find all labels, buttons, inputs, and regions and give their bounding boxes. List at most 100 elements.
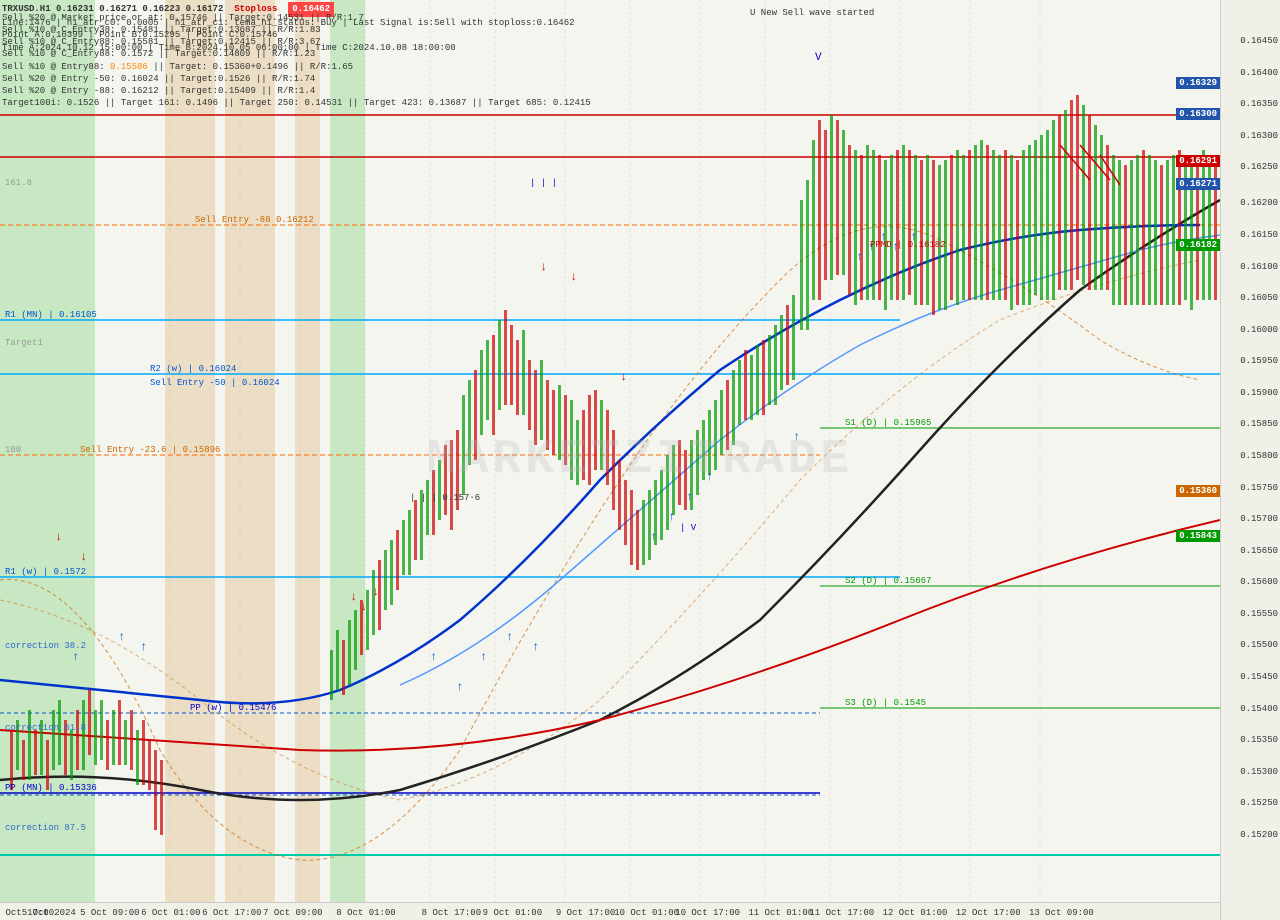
price-badge-16329: 0.16329 xyxy=(1176,77,1220,89)
svg-text:↑: ↑ xyxy=(118,630,125,644)
svg-text:↓: ↓ xyxy=(372,585,379,599)
svg-text:↑: ↑ xyxy=(430,650,437,664)
price-badge-16271: 0.16271 xyxy=(1176,178,1220,190)
price-tick: 0.16150 xyxy=(1240,230,1278,240)
price-tick: 0.15850 xyxy=(1240,419,1278,429)
time-tick: 6 Oct 01:00 xyxy=(141,908,200,918)
time-tick: 10 Oct 01:00 xyxy=(614,908,679,918)
svg-text:↑: ↑ xyxy=(668,510,675,524)
price-scale: 0.16450 0.16400 0.16350 0.16300 0.16250 0.162… xyxy=(1220,0,1280,920)
time-tick: 12 Oct 01:00 xyxy=(883,908,948,918)
svg-text:↓: ↓ xyxy=(620,370,627,384)
chart-title: TRXUSD.H1 0.16231 0.16271 0.16223 0.1617… xyxy=(2,2,482,17)
svg-text:100: 100 xyxy=(5,445,21,455)
price-tick: 0.16250 xyxy=(1240,162,1278,172)
time-scale: 5 Oct 20244 Oct 17:005 Oct 09:006 Oct 01… xyxy=(0,902,1220,920)
svg-text:S2 (D) | 0.15667: S2 (D) | 0.15667 xyxy=(845,576,931,586)
price-tick: 0.15350 xyxy=(1240,735,1278,745)
price-badge-16182: 0.16182 xyxy=(1176,239,1220,251)
svg-text:| | | 0.157·6: | | | 0.157·6 xyxy=(410,493,480,503)
svg-text:↓: ↓ xyxy=(80,550,87,564)
svg-text:↑: ↑ xyxy=(706,470,713,484)
time-tick: 11 Oct 01:00 xyxy=(748,908,813,918)
svg-text:↓: ↓ xyxy=(360,600,367,614)
svg-text:↓: ↓ xyxy=(540,260,547,274)
price-tick: 0.16200 xyxy=(1240,198,1278,208)
svg-text:Sell Entry -50 | 0.16024: Sell Entry -50 | 0.16024 xyxy=(150,378,280,388)
svg-text:↓: ↓ xyxy=(350,590,357,604)
svg-text:↑: ↑ xyxy=(650,530,657,544)
svg-text:correction 87.5: correction 87.5 xyxy=(5,823,86,833)
price-tick: 0.16450 xyxy=(1240,36,1278,46)
price-badge-15843: 0.15843 xyxy=(1176,530,1220,542)
svg-text:161.8: 161.8 xyxy=(5,178,32,188)
svg-text:U New Sell wave started: U New Sell wave started xyxy=(750,8,874,18)
price-badge-16300: 0.16300 xyxy=(1176,108,1220,120)
time-tick: 4 Oct 17:00 xyxy=(0,908,54,918)
svg-text:↑: ↑ xyxy=(793,430,800,444)
price-tick: 0.15750 xyxy=(1240,483,1278,493)
price-tick: 0.15900 xyxy=(1240,388,1278,398)
price-tick: 0.15250 xyxy=(1240,798,1278,808)
time-info: Time A:2024.10.12 15:00:00 | Time B:2024… xyxy=(2,42,482,55)
price-tick: 0.16000 xyxy=(1240,325,1278,335)
svg-text:↑: ↑ xyxy=(140,640,147,654)
price-tick: 0.15700 xyxy=(1240,514,1278,524)
price-tick: 0.15400 xyxy=(1240,704,1278,714)
svg-text:↑: ↑ xyxy=(686,490,693,504)
svg-text:↓: ↓ xyxy=(570,270,577,284)
price-tick: 0.15800 xyxy=(1240,451,1278,461)
time-tick: 7 Oct 09:00 xyxy=(263,908,322,918)
svg-text:| V: | V xyxy=(680,523,697,533)
time-tick: 11 Oct 17:00 xyxy=(809,908,874,918)
time-tick: 10 Oct 17:00 xyxy=(675,908,740,918)
point-info: Point A:0.16399 | Point B:0.15295 | Poin… xyxy=(2,29,482,42)
price-tick: 0.15300 xyxy=(1240,767,1278,777)
svg-text:R2 (w) | 0.16024: R2 (w) | 0.16024 xyxy=(150,364,236,374)
chart-area: ↑ ↑ ↑ ↑ ↑ ↑ ↑ ↑ ↑ ↑ ↑ ↑ ↑ ↑ ↑ ↑ ↑ ↑ ↓ ↓ … xyxy=(0,0,1220,902)
time-tick: 12 Oct 17:00 xyxy=(956,908,1021,918)
price-badge-16291: 0.16291 xyxy=(1176,155,1220,167)
svg-text:correction 61.8: correction 61.8 xyxy=(5,723,86,733)
price-badge-15360: 0.15360 xyxy=(1176,485,1220,497)
time-tick: 5 Oct 09:00 xyxy=(80,908,139,918)
price-tick: 0.16350 xyxy=(1240,99,1278,109)
price-tick: 0.15200 xyxy=(1240,830,1278,840)
signal-info: Line:1476 | h1_atr_c0: 0.0005 | h1_atr_c… xyxy=(2,17,482,30)
svg-text:Target1: Target1 xyxy=(5,338,43,348)
price-tick: 0.15550 xyxy=(1240,609,1278,619)
price-tick: 0.15600 xyxy=(1240,577,1278,587)
svg-text:↑: ↑ xyxy=(506,630,513,644)
chart-container: MARKETZITRADE TRXUSD.H1 0.16231 0.16271 … xyxy=(0,0,1280,920)
svg-text:PPMD | 0.16182: PPMD | 0.16182 xyxy=(870,240,946,250)
svg-text:↓: ↓ xyxy=(55,530,62,544)
time-tick: 8 Oct 01:00 xyxy=(336,908,395,918)
price-tick: 0.15500 xyxy=(1240,640,1278,650)
svg-text:Sell Entry -23.6 | 0.15896: Sell Entry -23.6 | 0.15896 xyxy=(80,445,220,455)
svg-text:R1 (MN) | 0.16105: R1 (MN) | 0.16105 xyxy=(5,310,97,320)
svg-text:correction 38.2: correction 38.2 xyxy=(5,641,86,651)
price-tick: 0.15450 xyxy=(1240,672,1278,682)
price-tick: 0.16300 xyxy=(1240,131,1278,141)
main-chart-svg: ↑ ↑ ↑ ↑ ↑ ↑ ↑ ↑ ↑ ↑ ↑ ↑ ↑ ↑ ↑ ↑ ↑ ↑ ↓ ↓ … xyxy=(0,0,1220,902)
svg-text:V: V xyxy=(815,52,822,64)
svg-text:| | |: | | | xyxy=(530,178,557,188)
price-tick: 0.15950 xyxy=(1240,356,1278,366)
price-tick: 0.16050 xyxy=(1240,293,1278,303)
svg-text:↑: ↑ xyxy=(456,680,463,694)
price-tick: 0.15650 xyxy=(1240,546,1278,556)
svg-text:↑: ↑ xyxy=(532,640,539,654)
time-tick: 9 Oct 01:00 xyxy=(483,908,542,918)
svg-text:R1 (w) | 0.1572: R1 (w) | 0.1572 xyxy=(5,567,86,577)
time-tick: 13 Oct 09:00 xyxy=(1029,908,1094,918)
svg-text:S1 (D) | 0.15965: S1 (D) | 0.15965 xyxy=(845,418,931,428)
info-panel: TRXUSD.H1 0.16231 0.16271 0.16223 0.1617… xyxy=(2,2,482,54)
time-tick: 6 Oct 17:00 xyxy=(202,908,261,918)
svg-text:S3 (D) | 0.1545: S3 (D) | 0.1545 xyxy=(845,698,926,708)
svg-text:PP (MN) | 0.15336: PP (MN) | 0.15336 xyxy=(5,783,97,793)
time-tick: 8 Oct 17:00 xyxy=(422,908,481,918)
time-tick: 9 Oct 17:00 xyxy=(556,908,615,918)
price-tick: 0.16100 xyxy=(1240,262,1278,272)
svg-text:↑: ↑ xyxy=(72,650,79,664)
price-tick: 0.16400 xyxy=(1240,68,1278,78)
